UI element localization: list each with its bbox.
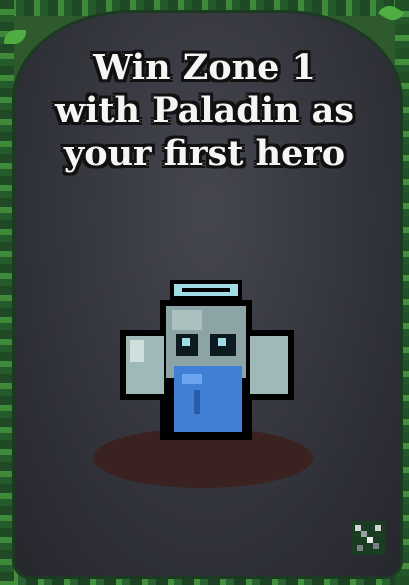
halo-icon <box>170 280 242 300</box>
achievement-card: Win Zone 1 with Paladin as your first he… <box>0 0 409 585</box>
paladin-sprite <box>90 270 320 500</box>
crossed-swords-icon <box>351 521 385 555</box>
leaf-decoration <box>4 30 26 44</box>
achievement-title: Win Zone 1 with Paladin as your first he… <box>54 47 355 174</box>
